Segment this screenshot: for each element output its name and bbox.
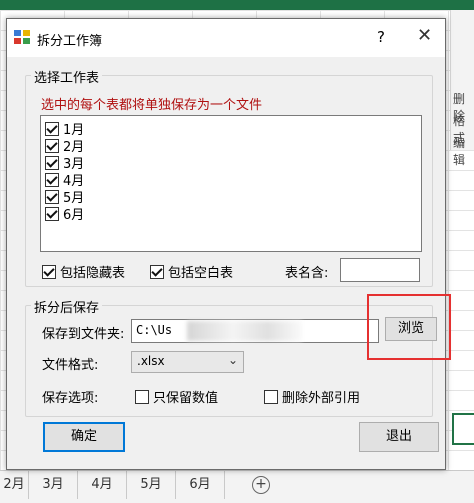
annotation-highlight-box [367, 294, 451, 360]
include-blank-label: 包括空白表 [168, 266, 234, 281]
list-item[interactable]: 6月 [45, 204, 85, 223]
remove-links-option[interactable]: 删除外部引用 [264, 387, 361, 406]
save-to-label: 保存到文件夹: [42, 327, 125, 342]
sheet-tab[interactable]: 5月 [127, 471, 176, 499]
sheet-listbox[interactable]: 1月 2月 3月 4月 5月 6月 [40, 115, 422, 252]
keep-values-checkbox[interactable] [135, 389, 149, 404]
redacted-path [187, 321, 302, 341]
list-item[interactable]: 2月 [45, 136, 84, 155]
keep-values-option[interactable]: 只保留数值 [135, 387, 219, 406]
save-group-legend: 拆分后保存 [31, 297, 103, 316]
list-item[interactable]: 4月 [45, 170, 84, 189]
selected-cell[interactable] [452, 413, 474, 445]
sheet-tabs-bar: 2月 3月 4月 5月 6月 + [0, 470, 474, 503]
sheet-checkbox[interactable] [45, 121, 59, 136]
file-format-label: 文件格式: [42, 358, 99, 373]
app-icon [13, 29, 31, 45]
save-folder-value: C:\Us [136, 323, 173, 337]
sheet-tab[interactable]: 6月 [176, 471, 225, 499]
list-item-label: 6月 [63, 208, 85, 223]
sheet-tab[interactable]: 4月 [78, 471, 127, 499]
include-blank-option[interactable]: 包括空白表 [150, 262, 234, 281]
remove-links-label: 删除外部引用 [282, 391, 361, 406]
file-format-value: .xlsx [137, 354, 165, 368]
sheet-checkbox[interactable] [45, 206, 59, 221]
excel-title-strip [0, 0, 474, 10]
ok-button[interactable]: 确定 [43, 422, 125, 452]
select-sheets-legend: 选择工作表 [31, 67, 103, 86]
add-sheet-button[interactable]: + [252, 476, 270, 494]
close-button[interactable]: ✕ [417, 25, 432, 46]
sheet-checkbox[interactable] [45, 155, 59, 170]
file-format-select[interactable]: .xlsx ⌄ [131, 351, 244, 373]
sheet-checkbox[interactable] [45, 172, 59, 187]
dialog-title: 拆分工作簿 [37, 34, 103, 49]
table-name-label: 表名含: [285, 266, 329, 281]
keep-values-label: 只保留数值 [153, 391, 219, 406]
save-options-label: 保存选项: [42, 391, 99, 406]
split-workbook-dialog: 拆分工作簿 ? ✕ 选择工作表 选中的每个表都将单独保存为一个文件 1月 2月 … [6, 18, 451, 470]
exit-button[interactable]: 退出 [359, 422, 439, 452]
include-blank-checkbox[interactable] [150, 264, 164, 279]
help-button[interactable]: ? [377, 28, 385, 46]
list-item[interactable]: 1月 [45, 119, 84, 138]
include-hidden-checkbox[interactable] [42, 264, 56, 279]
list-item[interactable]: 5月 [45, 187, 84, 206]
ribbon-edit-label[interactable]: 编辑 [453, 134, 474, 168]
sheet-checkbox[interactable] [45, 138, 59, 153]
dialog-titlebar[interactable]: 拆分工作簿 ? ✕ [7, 19, 445, 57]
chevron-down-icon: ⌄ [227, 353, 238, 367]
remove-links-checkbox[interactable] [264, 389, 278, 404]
sheet-checkbox[interactable] [45, 189, 59, 204]
sheet-tab[interactable]: 3月 [29, 471, 78, 499]
table-name-input[interactable] [340, 258, 420, 282]
sheet-tab[interactable]: 2月 [0, 471, 29, 499]
ribbon-edge: 删除 格式 编辑 [450, 10, 474, 167]
list-item[interactable]: 3月 [45, 153, 84, 172]
selection-hint: 选中的每个表都将单独保存为一个文件 [41, 98, 263, 113]
include-hidden-option[interactable]: 包括隐藏表 [42, 262, 126, 281]
include-hidden-label: 包括隐藏表 [60, 266, 126, 281]
